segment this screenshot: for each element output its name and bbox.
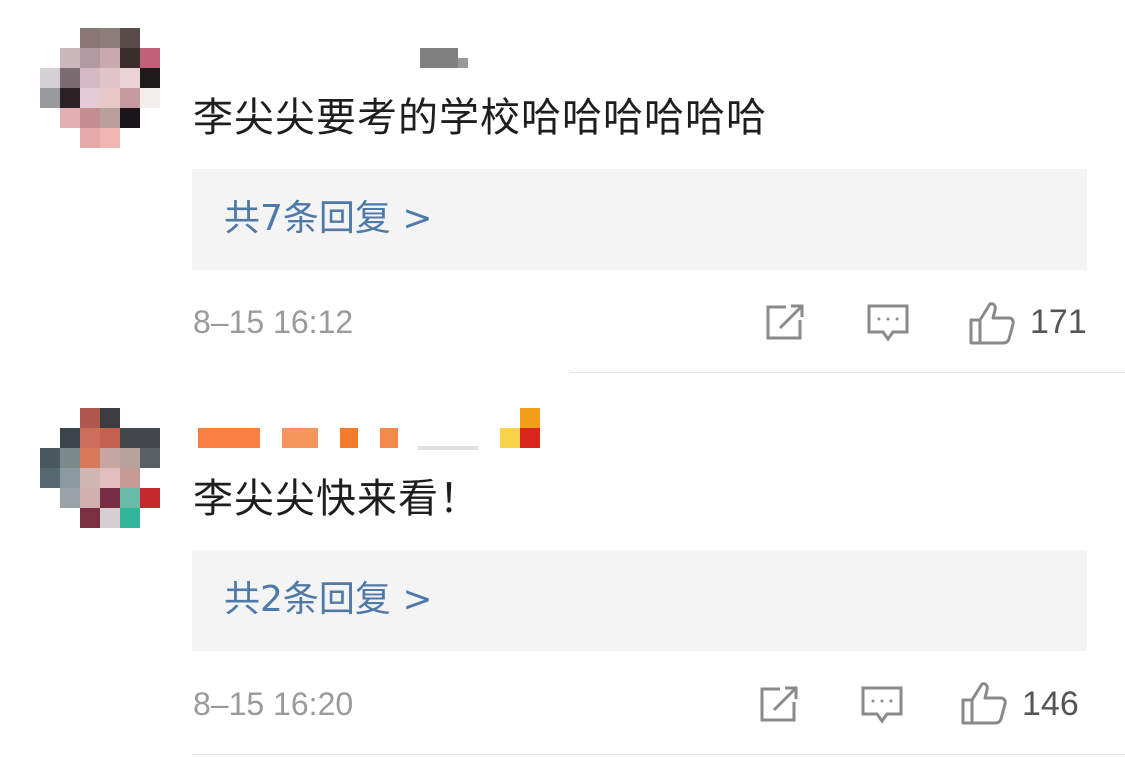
divider [192,754,1125,755]
share-icon[interactable] [758,684,802,724]
comment-icon[interactable] [860,684,904,726]
like-icon[interactable] [960,680,1008,726]
replies-label: 共2条回复 > [224,579,433,620]
username-redacted[interactable] [198,408,543,450]
comment-text: 李尖尖快来看！ [193,476,480,522]
like-count: 146 [1022,685,1079,723]
view-replies-button[interactable]: 共2条回复 > [192,550,1087,651]
timestamp: 8–15 16:20 [193,686,354,722]
avatar[interactable] [40,408,160,528]
comment-item-2: 李尖尖快来看！ 共2条回复 > 8–15 16:20 146 [0,0,1125,757]
